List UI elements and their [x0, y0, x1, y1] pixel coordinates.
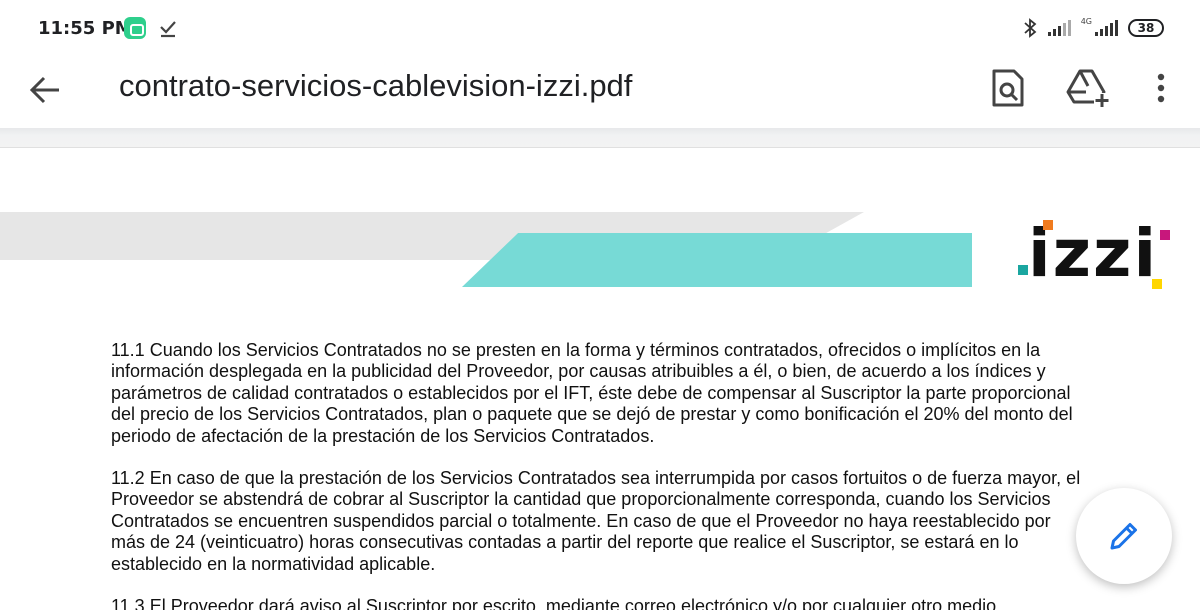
status-time: 11:55 PM	[38, 18, 133, 39]
find-in-page-icon[interactable]	[990, 68, 1026, 108]
signal-icon	[1047, 20, 1071, 36]
paragraph-11-3: 11.3 El Proveedor dará aviso al Suscript…	[111, 596, 997, 610]
back-arrow-icon[interactable]	[28, 72, 64, 108]
logo-dot-yellow	[1152, 279, 1162, 289]
paragraph-11-1: 11.1 Cuando los Servicios Contratados no…	[111, 340, 1073, 446]
logo-dot-teal	[1018, 265, 1028, 275]
app-notification-icon	[124, 17, 146, 39]
more-vert-icon[interactable]	[1146, 70, 1176, 106]
paragraph-11-2: 11.2 En caso de que la prestación de los…	[111, 468, 1081, 574]
document-page[interactable]: izzi 11.1 Cuando los Servicios Contratad…	[0, 148, 1200, 610]
status-indicators: 4G 38	[1023, 16, 1164, 40]
logo-dot-magenta	[1160, 230, 1170, 240]
network-type-label: 4G	[1080, 17, 1092, 26]
logo-dot-orange	[1043, 220, 1053, 230]
document-title: contrato-servicios-cablevision-izzi.pdf	[119, 68, 633, 103]
app-bar: contrato-servicios-cablevision-izzi.pdf	[0, 56, 1200, 128]
edit-pencil-icon	[1110, 523, 1137, 550]
battery-icon: 38	[1128, 19, 1164, 37]
status-bar: 11:55 PM 4G 38	[0, 0, 1200, 56]
izzi-logo: izzi	[1014, 218, 1174, 290]
edit-fab-button[interactable]	[1076, 488, 1172, 584]
bluetooth-icon	[1024, 18, 1037, 38]
header-banner-teal	[462, 233, 972, 287]
document-body: 11.1 Cuando los Servicios Contratados no…	[111, 340, 1081, 610]
toolbar-shadow	[0, 128, 1200, 148]
add-to-drive-icon[interactable]	[1066, 68, 1112, 108]
signal-4g-icon	[1095, 20, 1118, 36]
download-done-icon	[160, 21, 176, 38]
